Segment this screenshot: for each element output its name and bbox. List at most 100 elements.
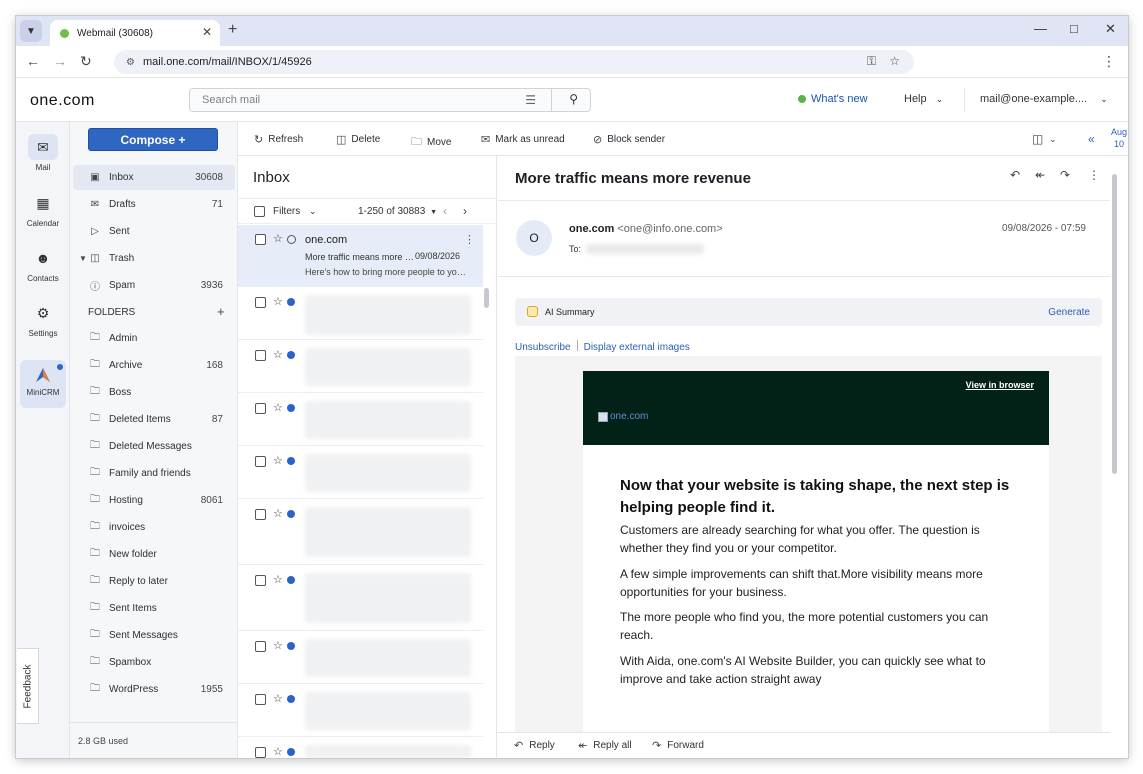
star-icon[interactable]: ☆ bbox=[273, 639, 283, 652]
rail-contacts[interactable]: ☻ Contacts bbox=[16, 245, 70, 283]
message-more-icon[interactable]: ⋮ bbox=[1088, 168, 1100, 182]
generate-summary-button[interactable]: Generate bbox=[1048, 307, 1090, 318]
search-input[interactable] bbox=[191, 90, 491, 110]
message-row[interactable]: ☆ bbox=[238, 684, 483, 737]
refresh-button[interactable]: ↻ Refresh bbox=[254, 133, 303, 146]
message-row[interactable]: ☆ bbox=[238, 446, 483, 499]
folder-item[interactable]: 🗀 Spambox bbox=[73, 650, 235, 675]
close-tab-icon[interactable]: ✕ bbox=[202, 25, 212, 39]
folder-item[interactable]: 🗀 Hosting 8061 bbox=[73, 488, 235, 513]
row-checkbox[interactable] bbox=[255, 509, 266, 520]
list-scrollbar[interactable] bbox=[484, 288, 489, 308]
rail-settings[interactable]: ⚙ Settings bbox=[16, 300, 70, 339]
folder-item[interactable]: 🗀 Sent Messages bbox=[73, 623, 235, 648]
star-icon[interactable]: ☆ bbox=[273, 232, 283, 245]
row-checkbox[interactable] bbox=[255, 641, 266, 652]
folder-sent[interactable]: ▷ Sent bbox=[73, 219, 235, 244]
folder-item[interactable]: 🗀 Archive 168 bbox=[73, 353, 235, 378]
forward-button[interactable]: ↷ Forward bbox=[652, 739, 704, 752]
read-status-icon[interactable] bbox=[287, 235, 296, 244]
unread-dot-icon[interactable] bbox=[287, 404, 295, 412]
folder-item[interactable]: 🗀 Admin bbox=[73, 326, 235, 351]
rail-mail[interactable]: ✉ Mail bbox=[16, 134, 70, 172]
broken-logo-image[interactable]: one.com bbox=[598, 411, 648, 422]
unread-dot-icon[interactable] bbox=[287, 748, 295, 756]
unsubscribe-link[interactable]: Unsubscribe bbox=[515, 342, 571, 353]
select-all-checkbox[interactable] bbox=[254, 206, 265, 217]
message-row[interactable]: ☆ bbox=[238, 737, 483, 758]
prev-page-icon[interactable]: ‹ bbox=[443, 204, 447, 218]
reload-icon[interactable]: ↻ bbox=[80, 53, 92, 70]
unread-dot-icon[interactable] bbox=[287, 351, 295, 359]
unread-dot-icon[interactable] bbox=[287, 457, 295, 465]
display-images-link[interactable]: Display external images bbox=[584, 342, 690, 353]
chevron-down-icon[interactable]: ⌄ bbox=[1049, 134, 1057, 145]
password-key-icon[interactable]: ⚿ bbox=[867, 54, 876, 69]
compose-button[interactable]: Compose + bbox=[88, 128, 218, 151]
rail-calendar[interactable]: ▦ Calendar bbox=[16, 190, 70, 229]
folder-item[interactable]: 🗀 invoices bbox=[73, 515, 235, 540]
row-checkbox[interactable] bbox=[255, 747, 266, 758]
browser-tab[interactable]: Webmail (30608) ✕ bbox=[50, 20, 220, 46]
message-row[interactable]: ☆ bbox=[238, 393, 483, 446]
page-range[interactable]: 1-250 of 30883 ▼ bbox=[358, 206, 437, 217]
collapse-icon[interactable]: « bbox=[1088, 132, 1095, 146]
new-tab-icon[interactable]: + bbox=[228, 21, 237, 39]
folder-trash[interactable]: ▼ ◫ Trash bbox=[73, 246, 235, 271]
row-checkbox[interactable] bbox=[255, 234, 266, 245]
reader-scrollbar[interactable] bbox=[1112, 174, 1117, 474]
folder-item[interactable]: 🗀 Reply to later bbox=[73, 569, 235, 594]
star-icon[interactable]: ☆ bbox=[273, 401, 283, 414]
star-icon[interactable]: ☆ bbox=[273, 507, 283, 520]
back-icon[interactable]: ← bbox=[26, 53, 40, 69]
filters-dropdown[interactable]: Filters ⌄ bbox=[273, 206, 317, 217]
forward-icon[interactable]: → bbox=[53, 53, 67, 69]
add-folder-icon[interactable]: + bbox=[217, 304, 225, 319]
bookmark-star-icon[interactable]: ☆ bbox=[889, 54, 900, 68]
folder-inbox[interactable]: ▣ Inbox 30608 bbox=[73, 165, 235, 190]
tab-search-button[interactable]: ▼ bbox=[20, 20, 42, 42]
search-icon[interactable]: ⚲ bbox=[569, 92, 578, 106]
folder-item[interactable]: 🗀 Family and friends bbox=[73, 461, 235, 486]
folder-spam[interactable]: ⓘ Spam 3936 bbox=[73, 273, 235, 298]
close-window-icon[interactable]: ✕ bbox=[1105, 21, 1116, 37]
row-more-icon[interactable]: ⋮ bbox=[464, 233, 475, 246]
star-icon[interactable]: ☆ bbox=[273, 692, 283, 705]
feedback-tab[interactable]: Feedback bbox=[17, 648, 39, 724]
view-in-browser-link[interactable]: View in browser bbox=[966, 380, 1034, 390]
calendar-date-chip[interactable]: Aug 10 bbox=[1111, 126, 1127, 150]
row-checkbox[interactable] bbox=[255, 297, 266, 308]
help-menu[interactable]: Help ⌄ bbox=[904, 93, 943, 105]
delete-button[interactable]: ◫ Delete bbox=[336, 133, 380, 146]
row-checkbox[interactable] bbox=[255, 350, 266, 361]
folder-item[interactable]: 🗀 Sent Items bbox=[73, 596, 235, 621]
layout-toggle-icon[interactable]: ◫ bbox=[1032, 132, 1043, 146]
unread-dot-icon[interactable] bbox=[287, 298, 295, 306]
folder-item[interactable]: 🗀 Deleted Items 87 bbox=[73, 407, 235, 432]
row-checkbox[interactable] bbox=[255, 456, 266, 467]
folder-drafts[interactable]: ✉ Drafts 71 bbox=[73, 192, 235, 217]
row-checkbox[interactable] bbox=[255, 694, 266, 705]
star-icon[interactable]: ☆ bbox=[273, 454, 283, 467]
message-row[interactable]: ☆ bbox=[238, 499, 483, 565]
message-row[interactable]: ☆ one.com ⋮ More traffic means more reve… bbox=[238, 225, 483, 287]
rail-minicrm[interactable]: MiniCRM bbox=[20, 360, 66, 408]
star-icon[interactable]: ☆ bbox=[273, 348, 283, 361]
message-row[interactable]: ☆ bbox=[238, 340, 483, 393]
folder-item[interactable]: 🗀 New folder bbox=[73, 542, 235, 567]
reply-button[interactable]: ↶ Reply bbox=[514, 739, 555, 752]
folder-item[interactable]: 🗀 Deleted Messages bbox=[73, 434, 235, 459]
unread-dot-icon[interactable] bbox=[287, 642, 295, 650]
one-com-logo[interactable]: one.com bbox=[30, 92, 95, 110]
unread-dot-icon[interactable] bbox=[287, 576, 295, 584]
message-row[interactable]: ☆ bbox=[238, 287, 483, 340]
sender[interactable]: one.com <one@info.one.com> bbox=[569, 223, 723, 235]
unread-dot-icon[interactable] bbox=[287, 695, 295, 703]
account-menu[interactable]: mail@one-example.... ⌄ bbox=[980, 93, 1108, 105]
star-icon[interactable]: ☆ bbox=[273, 745, 283, 758]
reply-all-icon[interactable]: ↞ bbox=[1035, 168, 1045, 182]
star-icon[interactable]: ☆ bbox=[273, 295, 283, 308]
row-checkbox[interactable] bbox=[255, 403, 266, 414]
chevron-down-icon[interactable]: ▼ bbox=[79, 254, 87, 263]
reply-all-button[interactable]: ↞ Reply all bbox=[578, 739, 632, 752]
